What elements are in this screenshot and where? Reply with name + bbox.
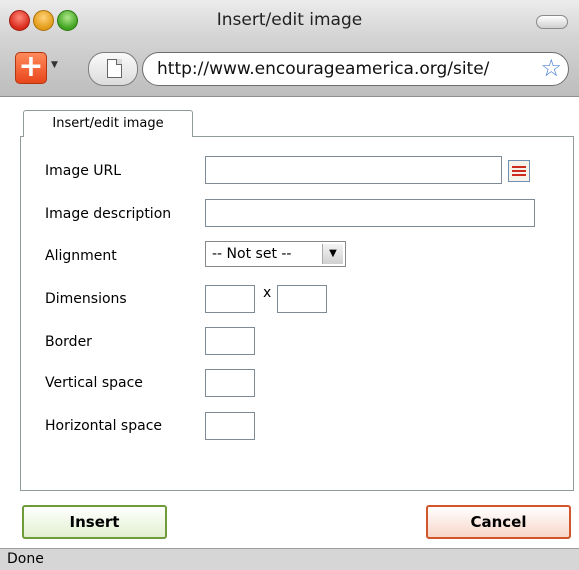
- general-panel: Image URL Image description Alignment --…: [20, 136, 574, 491]
- insert-button[interactable]: Insert: [22, 505, 167, 539]
- border-label: Border: [45, 334, 92, 350]
- address-bar[interactable]: http://www.encourageamerica.org/site/ ☆: [142, 52, 569, 86]
- cancel-button[interactable]: Cancel: [426, 505, 571, 539]
- page-icon: [107, 59, 122, 78]
- browser-toolbar: + ▼ http://www.encourageamerica.org/site…: [0, 40, 579, 97]
- alignment-select[interactable]: -- Not set -- ▼: [205, 241, 346, 267]
- window-titlebar: Insert/edit image: [0, 0, 579, 40]
- horizontal-space-label: Horizontal space: [45, 418, 163, 434]
- toolbar-pill-icon[interactable]: [536, 15, 568, 29]
- url-text[interactable]: http://www.encourageamerica.org/site/: [157, 59, 527, 79]
- height-input[interactable]: [277, 285, 327, 313]
- image-description-input[interactable]: [205, 199, 535, 227]
- dialog-content: Insert/edit image Image URL Image descri…: [0, 97, 579, 548]
- alignment-selected-value: -- Not set --: [212, 246, 292, 262]
- image-description-label: Image description: [45, 206, 172, 222]
- window-title: Insert/edit image: [216, 10, 363, 30]
- image-url-input[interactable]: [205, 156, 502, 184]
- image-url-label: Image URL: [45, 163, 122, 179]
- vertical-space-label: Vertical space: [45, 375, 143, 391]
- addon-dropdown-icon[interactable]: ▼: [51, 60, 58, 70]
- status-bar: Done: [0, 548, 579, 570]
- browse-image-icon[interactable]: [508, 160, 530, 182]
- border-input[interactable]: [205, 327, 255, 355]
- horizontal-space-input[interactable]: [205, 412, 255, 440]
- alignment-label: Alignment: [45, 248, 117, 264]
- dimension-separator: x: [263, 285, 272, 301]
- status-text: Done: [7, 551, 44, 567]
- vertical-space-input[interactable]: [205, 369, 255, 397]
- dimensions-label: Dimensions: [45, 291, 127, 307]
- bookmark-star-icon[interactable]: ☆: [540, 55, 562, 81]
- dropdown-arrow-icon[interactable]: ▼: [322, 244, 343, 264]
- addon-plus-icon[interactable]: +: [15, 52, 47, 84]
- tab-insert-edit-image[interactable]: Insert/edit image: [23, 110, 193, 137]
- width-input[interactable]: [205, 285, 255, 313]
